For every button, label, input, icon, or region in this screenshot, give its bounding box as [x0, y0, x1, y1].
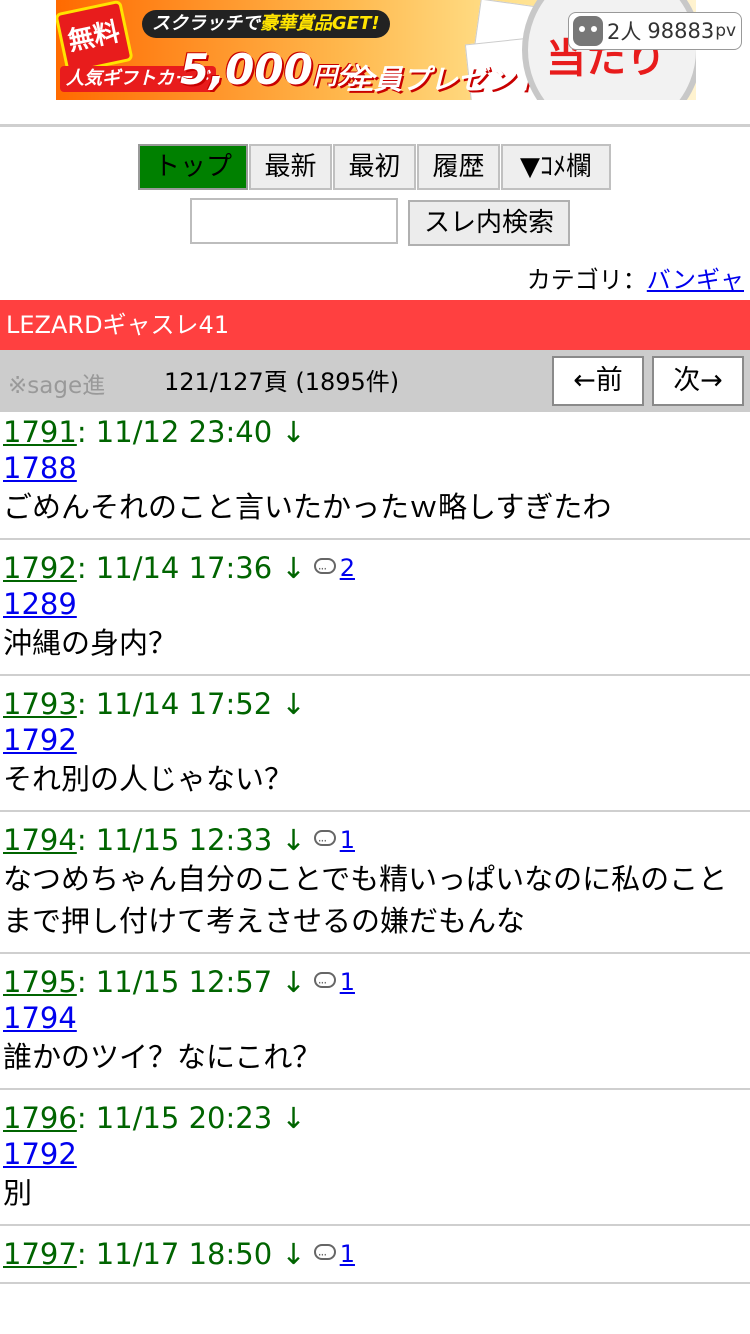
post-header: 1796: 11/15 20:23 ↓ [3, 1100, 748, 1136]
visitor-views-unit: pv [715, 21, 737, 41]
post: 1791: 11/12 23:40 ↓ 1788 ごめんそれのこと言いたかったｗ… [0, 412, 750, 540]
post-header: 1797: 11/17 18:50 ↓ 1 [3, 1236, 748, 1273]
thread-search-input[interactable] [190, 198, 398, 244]
visitor-people: 2人 [607, 20, 642, 44]
reply-count-link[interactable]: 1 [340, 964, 355, 1000]
post: 1792: 11/14 17:36 ↓ 2 1289 沖縄の身内？ [0, 548, 750, 676]
ad-amount: 5,000円分 [180, 45, 361, 94]
comment-icon [313, 551, 336, 587]
visitor-face-icon [573, 16, 603, 46]
comment-icon [313, 1237, 336, 1273]
post-body: ごめんそれのこと言いたかったｗ略しすぎたわ [3, 490, 612, 524]
nav-first-button[interactable]: 最初 [333, 144, 416, 190]
post-list: 1791: 11/12 23:40 ↓ 1788 ごめんそれのこと言いたかったｗ… [0, 412, 750, 1292]
post-number-link[interactable]: 1793 [3, 686, 77, 722]
post-body: それ別の人じゃない？ [3, 762, 294, 796]
comment-icon [313, 965, 336, 1001]
post: 1794: 11/15 12:33 ↓ 1 なつめちゃん自分のことでも精いっぱい… [0, 820, 750, 954]
visitor-views: 98883 [647, 19, 715, 43]
category-link[interactable]: バンギャ [647, 266, 744, 294]
post-body: 誰かのツイ？なにこれ？ [3, 1040, 322, 1074]
post: 1793: 11/14 17:52 ↓ 1792 それ別の人じゃない？ [0, 684, 750, 812]
reply-count-link[interactable]: 1 [340, 1236, 355, 1272]
sage-note: ※sage進 [8, 373, 106, 399]
post-header: 1795: 11/15 12:57 ↓ 1 [3, 964, 748, 1001]
comment-icon [313, 823, 336, 859]
post-number-link[interactable]: 1796 [3, 1100, 77, 1136]
post-time[interactable]: : 11/15 12:33 ↓ [77, 822, 306, 858]
page-info: 121/127頁 (1895件) [164, 368, 400, 396]
reply-anchor-link[interactable]: 1792 [3, 722, 748, 758]
post-number-link[interactable]: 1791 [3, 414, 77, 450]
thread-nav: トップ 最新 最初 履歴 ▼ｺﾒ欄 [138, 144, 612, 190]
nav-top-button[interactable]: トップ [138, 144, 248, 190]
nav-latest-button[interactable]: 最新 [249, 144, 332, 190]
post-body: 沖縄の身内？ [3, 626, 178, 660]
post-time[interactable]: : 11/14 17:36 ↓ [77, 550, 306, 586]
post-time[interactable]: : 11/14 17:52 ↓ [77, 686, 306, 722]
reply-count-link[interactable]: 2 [340, 550, 355, 586]
reply-anchor-link[interactable]: 1792 [3, 1136, 748, 1172]
post-number-link[interactable]: 1794 [3, 822, 77, 858]
post-number-link[interactable]: 1795 [3, 964, 77, 1000]
post-header: 1792: 11/14 17:36 ↓ 2 [3, 550, 748, 587]
thread-search-button[interactable]: スレ内検索 [408, 200, 570, 246]
reply-anchor-link[interactable]: 1794 [3, 1000, 748, 1036]
divider [0, 124, 750, 127]
post-body: 別 [3, 1176, 33, 1210]
post: 1797: 11/17 18:50 ↓ 1 [0, 1234, 750, 1284]
post-time[interactable]: : 11/15 12:57 ↓ [77, 964, 306, 1000]
reply-anchor-link[interactable]: 1289 [3, 586, 748, 622]
post: 1795: 11/15 12:57 ↓ 1 1794 誰かのツイ？なにこれ？ [0, 962, 750, 1090]
thread-title: LEZARDギャスレ41 [0, 300, 750, 350]
post-header: 1793: 11/14 17:52 ↓ [3, 686, 748, 722]
reply-anchor-link[interactable]: 1788 [3, 450, 748, 486]
post-header: 1791: 11/12 23:40 ↓ [3, 414, 748, 450]
post-body: なつめちゃん自分のことでも精いっぱいなのに私のことまで押し付けて考えさせるの嫌だ… [3, 862, 728, 938]
post-time[interactable]: : 11/12 23:40 ↓ [77, 414, 306, 450]
post-header: 1794: 11/15 12:33 ↓ 1 [3, 822, 748, 859]
ad-free-badge: 無料 [56, 0, 134, 75]
nav-comment-button[interactable]: ▼ｺﾒ欄 [501, 144, 611, 190]
post-time[interactable]: : 11/17 18:50 ↓ [77, 1236, 306, 1272]
category-line: カテゴリ：バンギャ [527, 260, 744, 295]
next-page-button[interactable]: 次→ [652, 356, 744, 406]
post-number-link[interactable]: 1797 [3, 1236, 77, 1272]
nav-history-button[interactable]: 履歴 [417, 144, 500, 190]
post-number-link[interactable]: 1792 [3, 550, 77, 586]
post: 1796: 11/15 20:23 ↓ 1792 別 [0, 1098, 750, 1226]
post-time[interactable]: : 11/15 20:23 ↓ [77, 1100, 306, 1136]
reply-count-link[interactable]: 1 [340, 822, 355, 858]
category-label: カテゴリ： [526, 266, 647, 294]
prev-page-button[interactable]: ←前 [552, 356, 644, 406]
pager-bar: ※sage進 121/127頁 (1895件) ←前 次→ [0, 350, 750, 412]
ad-scratch-text: スクラッチで豪華賞品GET! [142, 10, 390, 38]
visitor-counter: 2人 98883 pv [568, 12, 742, 50]
